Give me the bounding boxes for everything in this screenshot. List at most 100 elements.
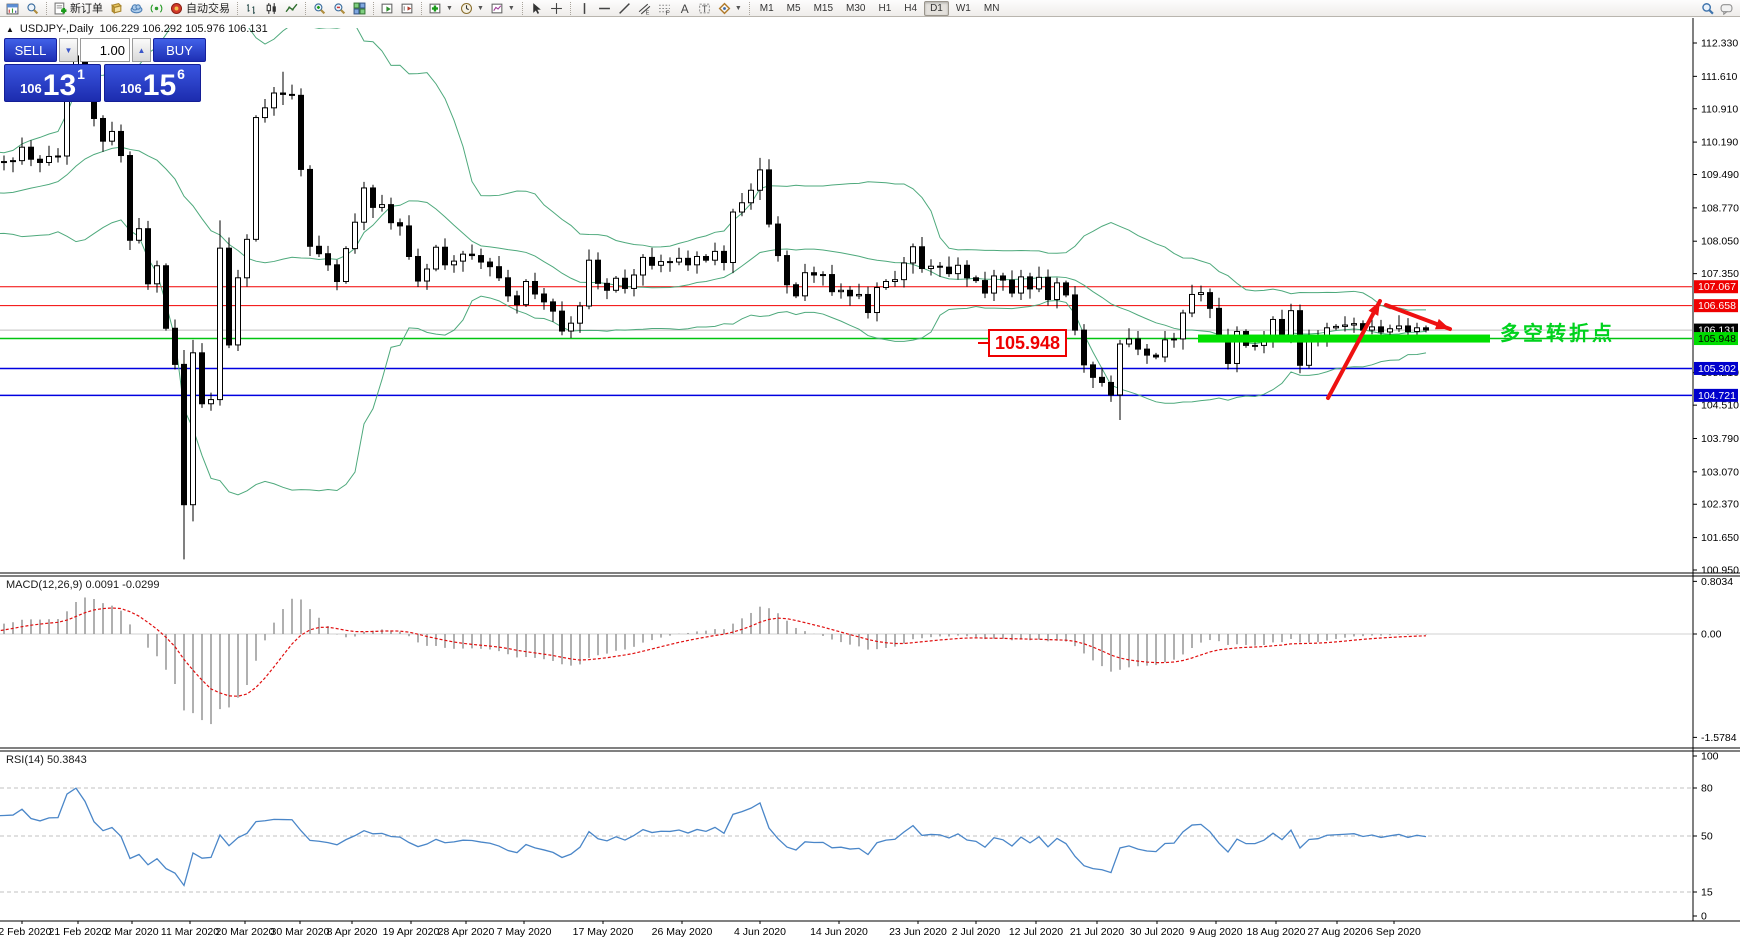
- turning-point-band[interactable]: [1198, 335, 1490, 343]
- market-watch-button[interactable]: [23, 1, 42, 16]
- zoom-out-button[interactable]: [330, 1, 349, 16]
- zoom-in-button[interactable]: [310, 1, 329, 16]
- channel-button[interactable]: E: [635, 1, 654, 16]
- autotrading-button[interactable]: 自动交易: [167, 1, 233, 16]
- svg-text:18 Aug 2020: 18 Aug 2020: [1247, 926, 1306, 938]
- candle: [1010, 280, 1015, 293]
- collapse-icon[interactable]: ▲: [6, 25, 14, 34]
- candle: [398, 223, 403, 226]
- svg-text:15: 15: [1701, 887, 1713, 899]
- bar-chart-button[interactable]: [242, 1, 261, 16]
- candle: [938, 266, 943, 267]
- price-callout-label[interactable]: 105.948: [988, 329, 1067, 357]
- buy-price-button[interactable]: 106 15 6: [104, 64, 201, 102]
- svg-text:106.658: 106.658: [1698, 300, 1736, 312]
- candle: [164, 266, 169, 329]
- candle: [533, 281, 538, 294]
- svg-text:17 May 2020: 17 May 2020: [573, 926, 634, 938]
- svg-text:19 Apr 2020: 19 Apr 2020: [383, 926, 440, 938]
- candle: [992, 276, 997, 293]
- svg-text:28 Apr 2020: 28 Apr 2020: [438, 926, 495, 938]
- candle: [119, 131, 124, 155]
- shapes-button[interactable]: ▼: [715, 1, 745, 16]
- candle: [335, 265, 340, 282]
- candle: [974, 278, 979, 281]
- candle: [857, 294, 862, 295]
- timeframe-m5-button[interactable]: M5: [781, 1, 807, 16]
- tile-windows-button[interactable]: [350, 1, 369, 16]
- svg-text:2 Mar 2020: 2 Mar 2020: [105, 926, 158, 938]
- timeframe-m1-button[interactable]: M1: [754, 1, 780, 16]
- sell-price-button[interactable]: 106 13 1: [4, 64, 101, 102]
- fibonacci-icon: F: [658, 2, 671, 15]
- candle: [1055, 283, 1060, 300]
- timeframe-m30-button[interactable]: M30: [840, 1, 871, 16]
- candle: [722, 251, 727, 262]
- buy-button[interactable]: BUY: [153, 38, 206, 62]
- candle: [353, 222, 358, 248]
- volume-decrease-button[interactable]: ▼: [59, 38, 78, 62]
- new-chart-icon: [381, 2, 394, 15]
- timeframe-h1-button[interactable]: H1: [872, 1, 897, 16]
- candle: [1082, 330, 1087, 365]
- svg-text:T: T: [702, 3, 708, 13]
- timeframe-d1-button[interactable]: D1: [924, 1, 949, 16]
- virtual-hosting-icon: [130, 2, 143, 15]
- timeframe-w1-button[interactable]: W1: [950, 1, 977, 16]
- line-chart-button[interactable]: [282, 1, 301, 16]
- chart-window-button[interactable]: [3, 1, 22, 16]
- candle: [1001, 276, 1006, 280]
- text-label-button[interactable]: T: [695, 1, 714, 16]
- cursor-button[interactable]: [527, 1, 546, 16]
- candle: [1271, 319, 1276, 337]
- candle: [668, 262, 673, 263]
- vline-button[interactable]: [575, 1, 594, 16]
- one-click-trading-panel[interactable]: SELL ▼ ▲ BUY 106 13 1 106 15 6: [4, 38, 201, 102]
- candle: [713, 251, 718, 260]
- svg-text:-1.5784: -1.5784: [1701, 732, 1737, 744]
- turning-point-note[interactable]: 多空转折点: [1500, 317, 1615, 346]
- indicators-icon: [429, 2, 442, 15]
- timeframe-mn-button[interactable]: MN: [978, 1, 1006, 16]
- svg-text:0: 0: [1701, 911, 1707, 923]
- candle: [596, 260, 601, 283]
- timeframe-h4-button[interactable]: H4: [898, 1, 923, 16]
- svg-text:E: E: [646, 10, 650, 15]
- templates-button[interactable]: ▼: [488, 1, 518, 16]
- search-icon[interactable]: [1701, 2, 1714, 15]
- svg-text:100: 100: [1701, 751, 1719, 763]
- signals-button[interactable]: [147, 1, 166, 16]
- crosshair-button[interactable]: [547, 1, 566, 16]
- svg-text:9 Aug 2020: 9 Aug 2020: [1189, 926, 1242, 938]
- candle: [227, 248, 232, 345]
- candle: [911, 247, 916, 263]
- timeframe-m15-button[interactable]: M15: [808, 1, 839, 16]
- virtual-hosting-button[interactable]: [127, 1, 146, 16]
- svg-text:100.950: 100.950: [1701, 565, 1739, 577]
- symbol-header: ▲ USDJPY-,Daily 106.229 106.292 105.976 …: [6, 23, 268, 35]
- volume-input[interactable]: [80, 38, 130, 62]
- chat-icon[interactable]: [1720, 2, 1733, 15]
- new-chart-button[interactable]: [378, 1, 397, 16]
- new-order-button[interactable]: 新订单: [51, 1, 106, 16]
- candle-chart-button[interactable]: [262, 1, 281, 16]
- text-button[interactable]: A: [675, 1, 694, 16]
- candle: [443, 247, 448, 265]
- candle: [1334, 326, 1339, 327]
- history-book-button[interactable]: [107, 1, 126, 16]
- sell-button[interactable]: SELL: [4, 38, 57, 62]
- buy-price-base: 106: [120, 81, 142, 96]
- candle: [317, 246, 322, 253]
- chart-window[interactable]: 112.330111.610110.910110.190109.490108.7…: [0, 18, 1740, 938]
- chart-shift-button[interactable]: [398, 1, 417, 16]
- price-chart-canvas[interactable]: 112.330111.610110.910110.190109.490108.7…: [0, 18, 1740, 938]
- candle: [776, 224, 781, 255]
- fibonacci-button[interactable]: F: [655, 1, 674, 16]
- indicators-button[interactable]: ▼: [426, 1, 456, 16]
- volume-increase-button[interactable]: ▲: [132, 38, 151, 62]
- svg-text:102.370: 102.370: [1701, 499, 1739, 511]
- trendline-button[interactable]: [615, 1, 634, 16]
- hline-button[interactable]: [595, 1, 614, 16]
- periods-button[interactable]: ▼: [457, 1, 487, 16]
- candle: [344, 249, 349, 282]
